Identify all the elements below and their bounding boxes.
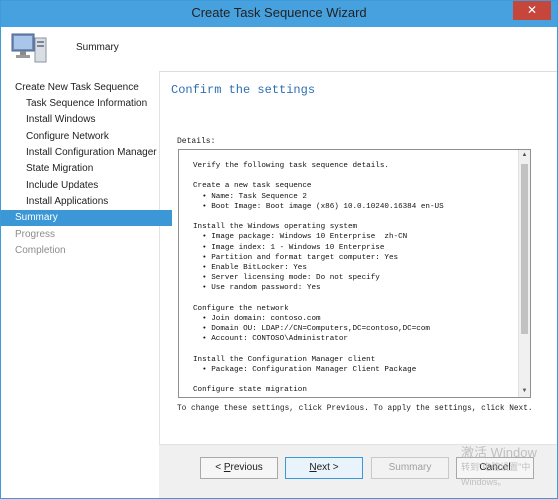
details-text[interactable]: Verify the following task sequence detai… xyxy=(193,161,513,396)
computer-icon xyxy=(11,33,47,63)
step-install-windows: Install Windows xyxy=(26,114,96,125)
details-line: Install the Configuration Manager client xyxy=(193,355,376,364)
summary-button[interactable]: Summary xyxy=(371,457,449,479)
details-line: • Use random password: Yes xyxy=(193,284,321,293)
details-line: • Domain OU: LDAP://CN=Computers,DC=cont… xyxy=(193,325,430,334)
details-line xyxy=(193,345,513,355)
details-line: • Server licensing mode: Do not specify xyxy=(193,274,380,283)
activation-watermark: 激活 Window 转到"电脑设置"中 Windows。 xyxy=(461,445,537,490)
details-line xyxy=(193,375,513,385)
step-progress: Progress xyxy=(15,229,56,240)
previous-prefix: < xyxy=(215,462,224,473)
step-include-updates: Include Updates xyxy=(26,180,99,191)
details-label: Details: xyxy=(177,137,216,146)
details-line: Verify the following task sequence detai… xyxy=(193,162,389,170)
step-state-migration: State Migration xyxy=(26,163,94,174)
step-install-applications: Install Applications xyxy=(26,196,109,207)
previous-label: revious xyxy=(230,462,263,473)
details-line: • Account: CONTOSO\Administrator xyxy=(193,335,348,344)
step-completion: Completion xyxy=(15,245,66,256)
details-line: • Name: Task Sequence 2 xyxy=(193,192,307,201)
step-install-configuration-manager: Install Configuration Manager xyxy=(26,147,157,158)
previous-accelerator: P xyxy=(223,462,231,473)
window-title: Create Task Sequence Wizard xyxy=(191,5,367,20)
details-line: • Join domain: contoso.com xyxy=(193,315,321,324)
step-summary: Summary xyxy=(1,210,172,226)
details-line xyxy=(193,171,513,181)
next-accelerator: N xyxy=(309,462,317,473)
details-line: • Partition and format target computer: … xyxy=(193,253,399,262)
details-line: • Image package: Windows 10 Enterprise z… xyxy=(193,233,408,242)
scroll-thumb[interactable] xyxy=(521,164,528,334)
details-line: • Image index: 1 - Windows 10 Enterprise xyxy=(193,243,385,252)
next-button[interactable]: Next > xyxy=(285,457,363,479)
close-icon: ✕ xyxy=(526,3,538,17)
wizard-steps-sidebar: Create New Task Sequence Task Sequence I… xyxy=(1,71,172,498)
details-scrollbar[interactable]: ▲ ▼ xyxy=(518,150,530,397)
details-line: • Boot Image: Boot image (x86) 10.0.1024… xyxy=(193,202,444,211)
instructions-text: To change these settings, click Previous… xyxy=(177,405,533,413)
page-title: Confirm the settings xyxy=(171,83,316,97)
details-line: Create a new task sequence xyxy=(193,182,312,191)
scroll-down-arrow-icon[interactable]: ▼ xyxy=(519,386,530,397)
wizard-window: Create Task Sequence Wizard ✕ Summary Cr… xyxy=(0,0,558,499)
previous-button[interactable]: < Previous xyxy=(200,457,278,479)
title-bar[interactable]: Create Task Sequence Wizard ✕ xyxy=(1,1,557,27)
details-line: Configure state migration xyxy=(193,386,307,395)
watermark-line-2: 转到"电脑设置"中 xyxy=(461,462,531,472)
details-textbox[interactable]: Verify the following task sequence detai… xyxy=(178,149,531,398)
details-line: • Enable BitLocker: Yes xyxy=(193,264,307,273)
step-configure-network: Configure Network xyxy=(26,131,109,142)
close-button[interactable]: ✕ xyxy=(513,1,551,20)
wizard-header: Summary xyxy=(1,27,557,72)
next-label: ext > xyxy=(316,462,339,473)
scroll-up-arrow-icon[interactable]: ▲ xyxy=(519,150,530,161)
details-line: Configure the network xyxy=(193,304,289,313)
watermark-line-3: Windows。 xyxy=(461,477,507,487)
watermark-line-1: 激活 Window xyxy=(461,445,537,460)
step-create-new-task-sequence: Create New Task Sequence xyxy=(15,82,139,93)
header-title: Summary xyxy=(76,42,119,53)
details-line xyxy=(193,212,513,222)
details-line: • Package: Configuration Manager Client … xyxy=(193,366,417,375)
details-line: Install the Windows operating system xyxy=(193,223,358,232)
details-line xyxy=(193,294,513,304)
step-task-sequence-information: Task Sequence Information xyxy=(26,98,148,109)
